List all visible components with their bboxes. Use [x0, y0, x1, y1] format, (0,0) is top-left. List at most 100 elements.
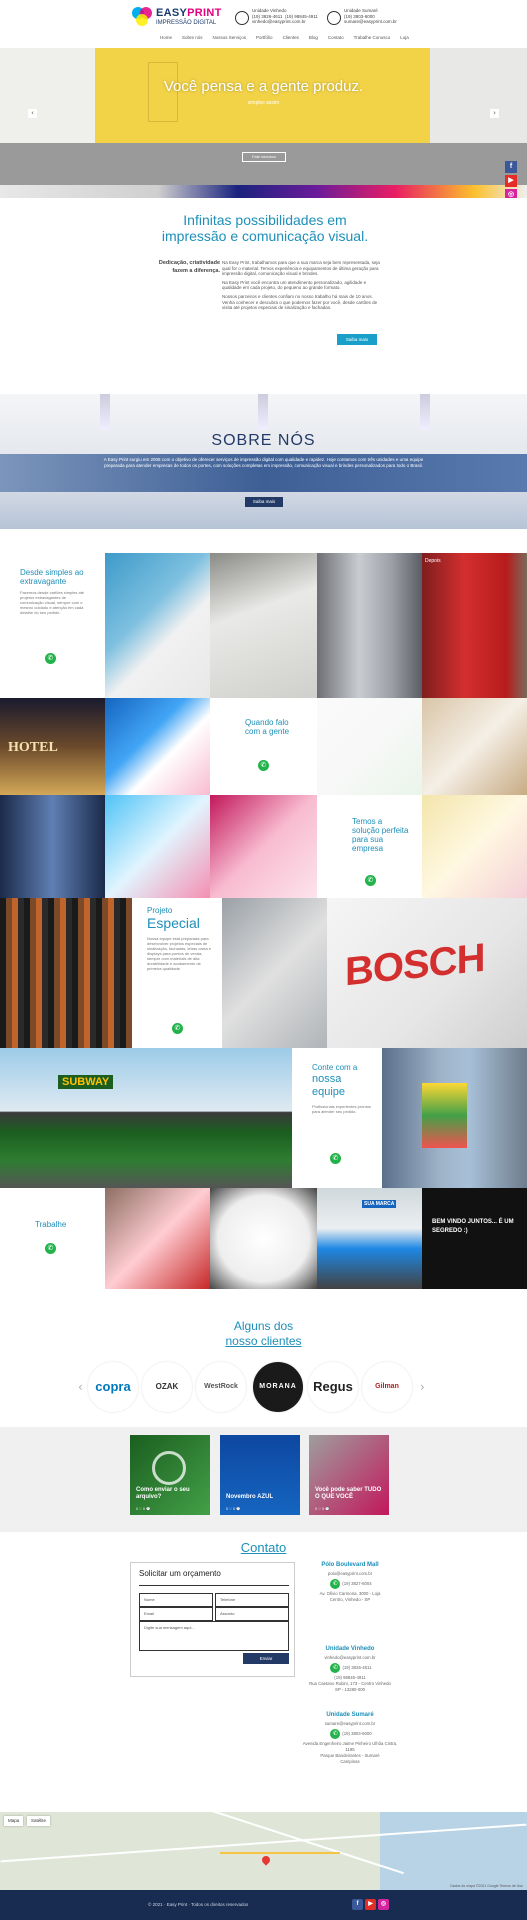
client-logo-gilman: Gilman [362, 1362, 412, 1412]
location-pin-icon[interactable] [260, 1854, 272, 1866]
gallery-text-tile: Quando falo com a gente ✆ [210, 698, 317, 795]
unit-sumare-contact[interactable]: Unidade Sumaré (19) 3803-6000 sumare@eas… [327, 8, 397, 30]
subject-field[interactable]: Assunto [215, 1607, 289, 1621]
whatsapp-icon[interactable]: ✆ [330, 1579, 341, 1589]
site-header: EASYPRINT IMPRESSÃO DIGITAL Unidade Vinh… [0, 0, 527, 48]
gallery-text-tile: Temos a solução perfeita para sua empres… [317, 795, 422, 898]
address-sumare: Unidade Sumaré sumare@easyprint.com.br ✆… [300, 1712, 400, 1765]
unit-vinhedo-contact[interactable]: Unidade Vinhedo (19) 3826-4611 (19) 9884… [235, 8, 318, 30]
intro-paragraph: Na Easy Print você encontra um atendimen… [222, 279, 367, 291]
clients-next-icon[interactable]: › [420, 1380, 425, 1394]
gallery-text-tile: Projeto Especial Nossa equipe está prepa… [132, 898, 222, 1048]
instagram-icon[interactable]: ◎ [378, 1899, 389, 1910]
map-credit: Dados do mapa ©2021 Google Termos de Uso [450, 1884, 523, 1888]
youtube-icon[interactable]: ▶ [505, 175, 517, 187]
tile-title: equipe [312, 1086, 346, 1098]
intro-highlight: Dedicação, criatividade fazem a diferenç… [158, 260, 220, 274]
hero-yellow-wall [95, 48, 430, 143]
hero-slider: Você pensa e a gente produz. simples ass… [0, 48, 527, 198]
blog-post-title: Você pode saber TUDO O QUE VOCÊ [315, 1487, 382, 1500]
paper-stack-photo [210, 553, 317, 698]
address-city: Campinas [340, 1759, 360, 1764]
easyprint-logo[interactable]: EASYPRINT IMPRESSÃO DIGITAL [130, 5, 225, 31]
hero-wall-left [0, 48, 95, 148]
vehicle-wrap-photo: SUA MARCA [317, 1188, 422, 1289]
blog-post-card[interactable]: Como enviar o seu arquivo? 0 ♡ 0 💬 [130, 1435, 210, 1515]
nav-blog[interactable]: Blog [309, 35, 318, 40]
nav-portfolio[interactable]: Portfólio [256, 35, 273, 40]
name-field[interactable]: Nome [139, 1593, 213, 1607]
whatsapp-icon[interactable]: ✆ [365, 875, 376, 886]
whatsapp-icon [152, 1451, 186, 1485]
whatsapp-icon[interactable]: ✆ [330, 1729, 341, 1739]
nav-servicos[interactable]: Nossos Serviços [213, 35, 247, 40]
client-logo-ozak: OZAK [142, 1362, 192, 1412]
tile-body: Profissionais experientes prontos para a… [312, 1104, 371, 1114]
nav-home[interactable]: Home [160, 35, 172, 40]
clients-title: Alguns dos nosso clientes [0, 1319, 527, 1349]
slider-prev-icon[interactable]: ‹ [28, 109, 37, 118]
whatsapp-icon[interactable]: ✆ [45, 653, 56, 664]
intro-title: Infinitas possibilidades em impressão e … [161, 212, 369, 244]
youtube-icon[interactable]: ▶ [365, 1899, 376, 1910]
email-field[interactable]: Email [139, 1607, 213, 1621]
blog-post-card[interactable]: Você pode saber TUDO O QUE VOCÊ 0 ♡ 0 💬 [309, 1435, 389, 1515]
whatsapp-icon[interactable]: ✆ [45, 1243, 56, 1254]
building-banner [422, 1083, 467, 1148]
whatsapp-icon[interactable]: ✆ [258, 760, 269, 771]
address-city: Centro, Vinhedo - SP [329, 1597, 371, 1602]
google-map[interactable]: Mapa Satélite Dados do mapa ©2021 Google… [0, 1812, 527, 1890]
submit-button[interactable]: Enviar [243, 1653, 289, 1664]
address-title: Pólo Boulevard Mall [321, 1562, 379, 1568]
satellite-view-tab[interactable]: Satélite [27, 1816, 51, 1826]
van-wrap-text: SUA MARCA [362, 1200, 397, 1208]
after-label: Depois [425, 558, 441, 564]
letter-sign-photo [222, 898, 327, 1048]
stationery-photo [317, 698, 422, 795]
address-vinhedo: Unidade Vinhedo vinhedo@easyprint.com.br… [300, 1646, 400, 1693]
form-title: Solicitar um orçamento [139, 1569, 221, 1578]
hotel-sign-photo: HOTEL [0, 698, 105, 795]
map-highway [220, 1852, 340, 1854]
clients-prev-icon[interactable]: ‹ [78, 1380, 83, 1394]
whatsapp-icon[interactable]: ✆ [172, 1023, 183, 1034]
message-field[interactable]: Digite sua mensagem aqui... [139, 1621, 289, 1651]
intro-body: Na Easy Print, trabalhamos para que a su… [222, 260, 382, 314]
map-view-tab[interactable]: Mapa [4, 1816, 24, 1826]
address-phone[interactable]: (19) 3826-4611 [342, 1665, 371, 1670]
logo-text: EASYPRINT [156, 7, 222, 19]
hero-wall-right [430, 48, 527, 148]
tile-body: Nossa equipe está preparada para desenvo… [147, 936, 212, 971]
whatsapp-icon[interactable]: ✆ [330, 1663, 341, 1673]
blog-post-title: Novembro AZUL [226, 1494, 274, 1500]
wall-lettering-text: BEM VINDO JUNTOS... É UM SEGREDO :) [432, 1219, 514, 1234]
nav-contato[interactable]: Contato [328, 35, 344, 40]
nav-clientes[interactable]: Clientes [283, 35, 299, 40]
facebook-icon[interactable]: f [352, 1899, 363, 1910]
nav-sobre[interactable]: Sobre nós [182, 35, 203, 40]
facebook-icon[interactable]: f [505, 161, 517, 173]
nav-trabalhe[interactable]: Trabalhe Conosco [354, 35, 391, 40]
lamp-decoration [420, 394, 430, 430]
building-banner-photo [382, 1048, 527, 1188]
logo-tagline: IMPRESSÃO DIGITAL [156, 20, 217, 26]
whatsapp-icon[interactable]: ✆ [330, 1153, 341, 1164]
nav-loja[interactable]: Loja [400, 35, 409, 40]
hero-contact-button[interactable]: Fale conosco [242, 152, 286, 162]
about-text: A Easy Print surgiu em 2008 com o objeti… [103, 457, 424, 468]
phone-field[interactable]: Telefone [215, 1593, 289, 1607]
about-more-button[interactable]: Saiba mais [245, 497, 283, 507]
address-phone[interactable]: (19) 3827-6004 [342, 1581, 371, 1586]
client-logo-westrock: WestRock [196, 1362, 246, 1412]
gallery-text-tile: Conte com a nossa equipe Profissionais e… [292, 1048, 382, 1188]
clients-title-line: Alguns dos [233, 1319, 294, 1333]
intro-more-button[interactable]: Saiba mais [337, 334, 377, 345]
blog-post-title: Como enviar o seu arquivo? [136, 1487, 190, 1500]
slider-next-icon[interactable]: › [490, 109, 499, 118]
address-phone[interactable]: (19) 3803-6000 [342, 1731, 371, 1736]
map-water [380, 1812, 527, 1890]
hero-title: Você pensa e a gente produz. [163, 78, 364, 95]
clients-title-line: nosso clientes [225, 1334, 302, 1348]
blog-post-card[interactable]: Novembro AZUL 0 ♡ 0 💬 [220, 1435, 300, 1515]
client-logo-copra: copra [88, 1362, 138, 1412]
